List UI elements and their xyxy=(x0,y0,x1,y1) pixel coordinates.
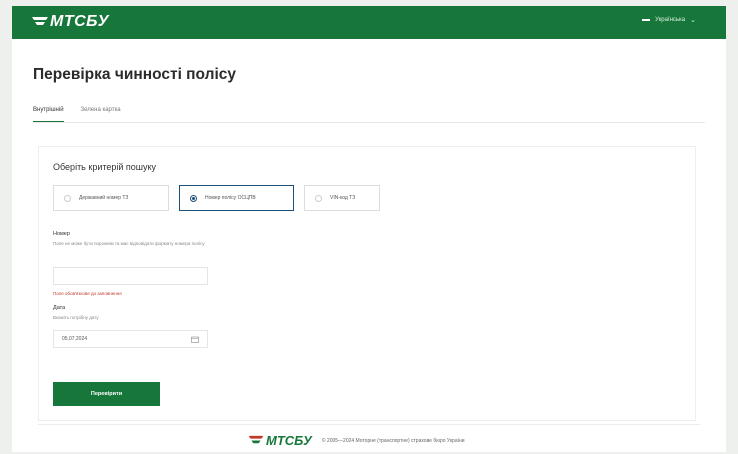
option-label: Державний номер ТЗ xyxy=(79,195,129,201)
header-logo[interactable]: МТСБУ xyxy=(32,13,109,31)
number-input[interactable] xyxy=(53,267,208,285)
tab-internal[interactable]: Внутрішній xyxy=(33,107,64,122)
footer-logo[interactable]: МТСБУ xyxy=(248,433,312,448)
footer-copyright: © 2005—2024 Моторне (транспортне) страхо… xyxy=(321,437,465,444)
tab-green-card[interactable]: Зелена картка xyxy=(81,107,121,122)
footer-divider xyxy=(38,424,700,425)
footer: МТСБУ © 2005—2024 Моторне (транспортне) … xyxy=(248,433,465,448)
date-input[interactable]: 05.07.2024 xyxy=(53,330,208,348)
page-frame: МТСБУ Українська ⌄ Перевірка чинності по… xyxy=(12,6,726,452)
language-selector[interactable]: Українська ⌄ xyxy=(642,16,696,24)
number-field-label: Номер xyxy=(53,231,70,237)
option-label: Номер полісу ОСЦПВ xyxy=(205,195,256,201)
option-label: VIN-код ТЗ xyxy=(330,195,356,201)
search-criteria-options: Державний номер ТЗ Номер полісу ОСЦПВ VI… xyxy=(53,185,380,211)
top-navigation-bar: МТСБУ Українська ⌄ xyxy=(12,6,726,39)
chevron-down-icon: ⌄ xyxy=(690,17,696,24)
search-form-card: Оберіть критерій пошуку Державний номер … xyxy=(38,146,696,421)
search-criteria-title: Оберіть критерій пошуку xyxy=(53,162,157,172)
calendar-icon[interactable] xyxy=(191,336,199,343)
logo-mark-icon xyxy=(248,435,264,444)
date-value: 05.07.2024 xyxy=(62,336,88,342)
date-field-label: Дата xyxy=(53,305,66,311)
tabs-divider xyxy=(33,122,705,123)
tabs: Внутрішній Зелена картка xyxy=(33,107,121,122)
logo-mark-icon xyxy=(32,17,48,25)
number-error-text: Поле обов'язкове до заповнення xyxy=(53,291,122,296)
footer-logo-text: МТСБУ xyxy=(266,433,312,448)
option-vin-code[interactable]: VIN-код ТЗ xyxy=(304,185,380,211)
radio-icon xyxy=(64,194,71,202)
number-field-hint: Поле не може бути порожнім та має відпов… xyxy=(53,241,205,246)
language-label: Українська xyxy=(655,17,686,23)
date-field-hint: Вкажіть потрібну дату xyxy=(53,315,99,320)
main-content: Перевірка чинності полісу Внутрішній Зел… xyxy=(12,39,726,452)
radio-selected-icon xyxy=(190,194,197,202)
header-logo-text: МТСБУ xyxy=(50,13,109,30)
option-state-number[interactable]: Державний номер ТЗ xyxy=(53,185,169,211)
option-policy-number[interactable]: Номер полісу ОСЦПВ xyxy=(179,185,294,211)
flag-icon xyxy=(642,19,651,21)
page-title: Перевірка чинності полісу xyxy=(33,66,237,83)
radio-icon xyxy=(315,194,322,202)
check-button[interactable]: Перевірити xyxy=(53,382,160,406)
